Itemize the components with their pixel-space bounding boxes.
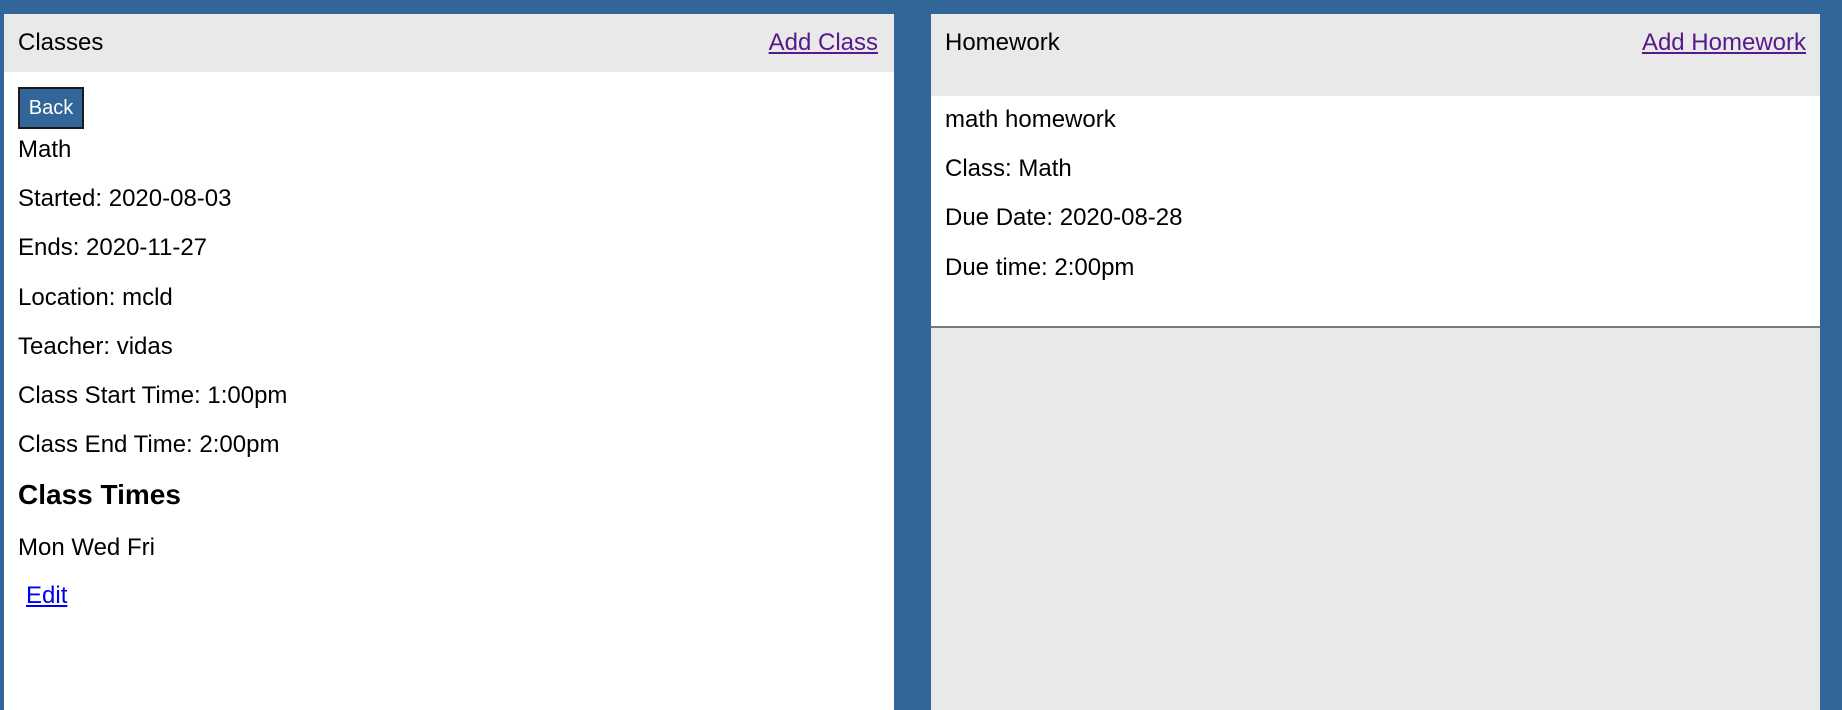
homework-item[interactable]: math homework Class: Math Due Date: 2020… <box>931 96 1822 328</box>
class-days: Mon Wed Fri <box>18 534 155 561</box>
class-times-heading: Class Times <box>18 479 181 510</box>
homework-due-date: Due Date: 2020-08-28 <box>945 204 1183 231</box>
edit-class-link[interactable]: Edit <box>26 582 67 610</box>
panel-edge-divider <box>1820 14 1822 710</box>
classes-header: Classes Add Class <box>4 14 894 72</box>
homework-title: Homework <box>945 29 1060 56</box>
back-button[interactable]: Back <box>18 87 84 129</box>
homework-header: Homework Add Homework <box>931 14 1822 96</box>
class-started: Started: 2020-08-03 <box>18 185 232 212</box>
class-ends: Ends: 2020-11-27 <box>18 234 208 261</box>
add-class-link[interactable]: Add Class <box>769 29 878 57</box>
classes-panel: Classes Add Class Back Math Started: 202… <box>4 14 894 710</box>
class-end-time: Class End Time: 2:00pm <box>18 431 280 458</box>
homework-name: math homework <box>945 106 1116 133</box>
homework-panel: Homework Add Homework math homework Clas… <box>931 14 1822 710</box>
class-start-time: Class Start Time: 1:00pm <box>18 382 288 409</box>
class-name: Math <box>18 136 72 163</box>
classes-title: Classes <box>18 29 104 56</box>
class-teacher: Teacher: vidas <box>18 333 173 360</box>
class-location: Location: mcld <box>18 284 173 311</box>
homework-class: Class: Math <box>945 155 1072 182</box>
add-homework-link[interactable]: Add Homework <box>1642 29 1806 57</box>
homework-due-time: Due time: 2:00pm <box>945 254 1135 281</box>
